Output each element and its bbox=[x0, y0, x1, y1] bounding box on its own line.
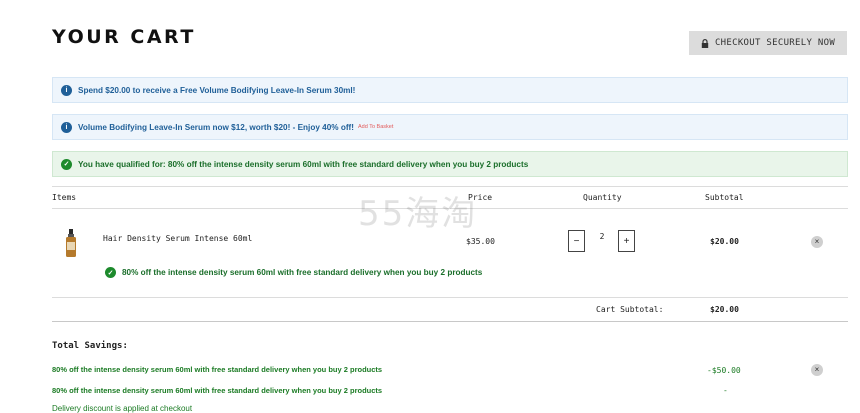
offer-banner: i Volume Bodifying Leave-In Serum now $1… bbox=[52, 114, 848, 140]
col-header-subtotal: Subtotal bbox=[705, 193, 744, 202]
savings-row-amount: - bbox=[723, 386, 728, 395]
checkout-securely-button[interactable]: CHECKOUT SECURELY NOW bbox=[689, 31, 847, 55]
savings-heading: Total Savings: bbox=[52, 341, 128, 351]
savings-row-label: 80% off the intense density serum 60ml w… bbox=[52, 365, 383, 374]
divider bbox=[52, 321, 848, 322]
decrease-quantity-button[interactable]: − bbox=[568, 230, 585, 252]
check-circle-icon: ✓ bbox=[61, 158, 72, 170]
increase-quantity-button[interactable]: + bbox=[618, 230, 635, 252]
divider bbox=[52, 297, 848, 298]
divider bbox=[52, 186, 848, 187]
product-price: $35.00 bbox=[466, 237, 495, 246]
qualified-banner: ✓ You have qualified for: 80% off the in… bbox=[52, 151, 848, 177]
item-promo-text: 80% off the intense density serum 60ml w… bbox=[122, 268, 483, 277]
checkout-button-label: CHECKOUT SECURELY NOW bbox=[714, 38, 836, 48]
savings-row-label: 80% off the intense density serum 60ml w… bbox=[52, 386, 383, 395]
divider bbox=[52, 208, 848, 209]
line-subtotal: $20.00 bbox=[710, 237, 739, 246]
cart-subtotal-label: Cart Subtotal: bbox=[596, 305, 664, 314]
delivery-note: Delivery discount is applied at checkout bbox=[52, 404, 193, 413]
banner-text: Spend $20.00 to receive a Free Volume Bo… bbox=[78, 85, 356, 95]
col-header-price: Price bbox=[468, 193, 493, 202]
info-icon: i bbox=[61, 84, 72, 96]
product-image[interactable] bbox=[64, 229, 78, 259]
info-icon: i bbox=[61, 121, 72, 133]
lock-icon bbox=[701, 38, 709, 48]
remove-promo-icon[interactable]: × bbox=[811, 364, 823, 376]
quantity-value[interactable]: 2 bbox=[596, 232, 608, 241]
cart-subtotal-value: $20.00 bbox=[710, 305, 739, 314]
banner-text: Volume Bodifying Leave-In Serum now $12,… bbox=[78, 122, 354, 132]
product-name[interactable]: Hair Density Serum Intense 60ml bbox=[103, 234, 252, 243]
add-to-basket-link[interactable]: Add To Basket bbox=[358, 124, 393, 130]
col-header-quantity: Quantity bbox=[583, 193, 622, 202]
watermark: 55海淘 bbox=[358, 194, 478, 234]
check-circle-icon: ✓ bbox=[105, 267, 116, 278]
remove-item-icon[interactable]: × bbox=[811, 236, 823, 248]
col-header-items: Items bbox=[52, 193, 77, 202]
spend-threshold-banner: i Spend $20.00 to receive a Free Volume … bbox=[52, 77, 848, 103]
item-promo: ✓ 80% off the intense density serum 60ml… bbox=[105, 267, 482, 278]
banner-text: You have qualified for: 80% off the inte… bbox=[78, 159, 529, 169]
savings-row-amount: -$50.00 bbox=[707, 366, 741, 375]
page-title: YOUR CART bbox=[52, 26, 196, 48]
